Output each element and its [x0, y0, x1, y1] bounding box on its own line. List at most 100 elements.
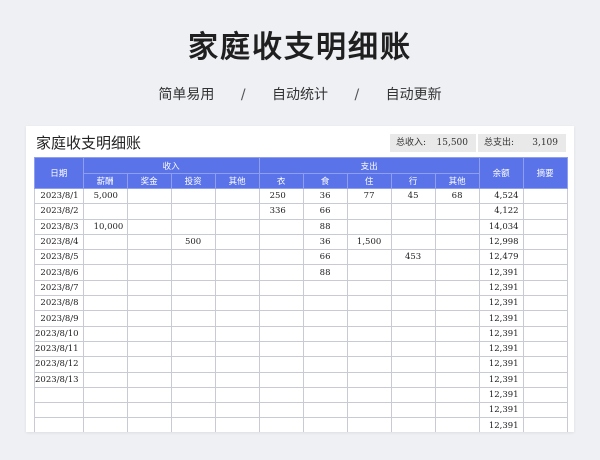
cell-clothing[interactable] [258, 340, 304, 358]
cell-date[interactable]: 2023/8/13 [34, 371, 84, 388]
cell-other-income[interactable] [214, 187, 260, 205]
cell-housing[interactable]: 1,500 [346, 233, 392, 251]
cell-date[interactable]: 2023/8/2 [34, 203, 84, 220]
cell-other-expense[interactable] [434, 310, 480, 327]
cell-housing[interactable]: 77 [346, 187, 392, 205]
cell-transport[interactable] [390, 402, 436, 419]
cell-balance[interactable]: 12,998 [478, 233, 524, 251]
cell-salary[interactable] [82, 340, 128, 358]
cell-clothing[interactable]: 250 [258, 187, 304, 205]
cell-other-expense[interactable] [434, 203, 480, 220]
cell-note[interactable] [522, 356, 568, 373]
cell-investment[interactable] [170, 402, 216, 419]
cell-date[interactable]: 2023/8/11 [34, 340, 84, 358]
cell-date[interactable]: 2023/8/1 [34, 187, 84, 205]
cell-other-income[interactable] [214, 402, 260, 419]
cell-other-expense[interactable] [434, 264, 480, 281]
cell-other-income[interactable] [214, 310, 260, 327]
cell-investment[interactable] [170, 417, 216, 432]
cell-clothing[interactable] [258, 417, 304, 432]
cell-housing[interactable] [346, 386, 392, 404]
cell-date[interactable]: 2023/8/8 [34, 295, 84, 312]
cell-salary[interactable] [82, 386, 128, 404]
cell-salary[interactable] [82, 356, 128, 373]
cell-bonus[interactable] [126, 279, 172, 297]
cell-salary[interactable] [82, 325, 128, 342]
cell-food[interactable] [302, 371, 348, 388]
cell-other-expense[interactable] [434, 417, 480, 432]
cell-food[interactable] [302, 279, 348, 297]
cell-salary[interactable] [82, 264, 128, 281]
cell-food[interactable] [302, 386, 348, 404]
cell-balance[interactable]: 12,391 [478, 264, 524, 281]
cell-transport[interactable] [390, 356, 436, 373]
cell-food[interactable] [302, 356, 348, 373]
cell-clothing[interactable] [258, 325, 304, 342]
cell-housing[interactable] [346, 310, 392, 327]
cell-note[interactable] [522, 295, 568, 312]
cell-food[interactable] [302, 295, 348, 312]
cell-food[interactable] [302, 340, 348, 358]
cell-note[interactable] [522, 218, 568, 235]
cell-date[interactable]: 2023/8/12 [34, 356, 84, 373]
cell-note[interactable] [522, 203, 568, 220]
cell-date[interactable] [34, 402, 84, 419]
cell-other-expense[interactable] [434, 402, 480, 419]
cell-other-expense[interactable] [434, 386, 480, 404]
cell-housing[interactable] [346, 218, 392, 235]
cell-food[interactable]: 88 [302, 264, 348, 281]
cell-salary[interactable] [82, 402, 128, 419]
cell-housing[interactable] [346, 371, 392, 388]
cell-transport[interactable] [390, 371, 436, 388]
cell-investment[interactable] [170, 187, 216, 205]
cell-date[interactable]: 2023/8/9 [34, 310, 84, 327]
cell-food[interactable]: 66 [302, 203, 348, 220]
cell-transport[interactable]: 45 [390, 187, 436, 205]
cell-other-income[interactable] [214, 295, 260, 312]
cell-bonus[interactable] [126, 249, 172, 266]
cell-clothing[interactable] [258, 386, 304, 404]
cell-salary[interactable]: 10,000 [82, 218, 128, 235]
cell-transport[interactable] [390, 310, 436, 327]
cell-balance[interactable]: 12,391 [478, 417, 524, 432]
cell-balance[interactable]: 14,034 [478, 218, 524, 235]
cell-transport[interactable] [390, 340, 436, 358]
cell-other-expense[interactable] [434, 249, 480, 266]
cell-transport[interactable]: 453 [390, 249, 436, 266]
cell-other-income[interactable] [214, 356, 260, 373]
cell-salary[interactable] [82, 371, 128, 388]
cell-date[interactable]: 2023/8/10 [34, 325, 84, 342]
cell-housing[interactable] [346, 417, 392, 432]
cell-bonus[interactable] [126, 218, 172, 235]
cell-transport[interactable] [390, 417, 436, 432]
cell-food[interactable]: 66 [302, 249, 348, 266]
cell-bonus[interactable] [126, 295, 172, 312]
cell-other-income[interactable] [214, 371, 260, 388]
cell-clothing[interactable] [258, 249, 304, 266]
cell-investment[interactable] [170, 340, 216, 358]
cell-food[interactable]: 88 [302, 218, 348, 235]
cell-balance[interactable]: 12,391 [478, 386, 524, 404]
cell-food[interactable] [302, 417, 348, 432]
cell-food[interactable]: 36 [302, 187, 348, 205]
cell-transport[interactable] [390, 279, 436, 297]
cell-other-income[interactable] [214, 249, 260, 266]
cell-transport[interactable] [390, 295, 436, 312]
cell-other-expense[interactable] [434, 356, 480, 373]
cell-date[interactable]: 2023/8/4 [34, 233, 84, 251]
cell-clothing[interactable] [258, 264, 304, 281]
cell-salary[interactable] [82, 295, 128, 312]
cell-investment[interactable] [170, 295, 216, 312]
cell-balance[interactable]: 4,122 [478, 203, 524, 220]
cell-clothing[interactable] [258, 356, 304, 373]
cell-investment[interactable] [170, 203, 216, 220]
cell-investment[interactable] [170, 325, 216, 342]
cell-date[interactable]: 2023/8/3 [34, 218, 84, 235]
cell-salary[interactable] [82, 310, 128, 327]
cell-balance[interactable]: 4,524 [478, 187, 524, 205]
cell-salary[interactable] [82, 417, 128, 432]
cell-other-income[interactable] [214, 203, 260, 220]
cell-note[interactable] [522, 325, 568, 342]
cell-clothing[interactable]: 336 [258, 203, 304, 220]
cell-clothing[interactable] [258, 371, 304, 388]
